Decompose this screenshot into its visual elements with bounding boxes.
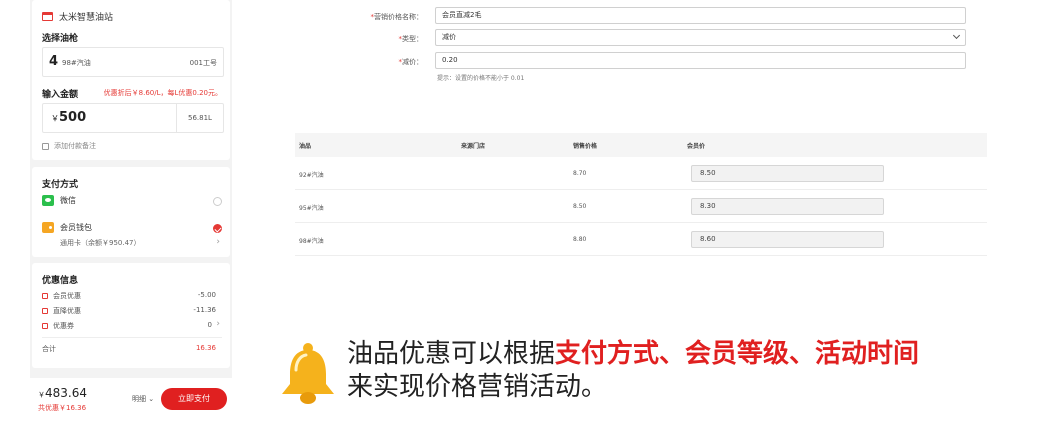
pay-amount: ￥483.64 [38,386,87,400]
row-fuel: 95#汽油 [299,205,324,212]
liters-readout: 56.81L [176,104,223,132]
store-icon [42,12,53,21]
edit-icon [42,142,49,150]
wallet-radio[interactable] [213,224,222,233]
pay-option-wechat[interactable]: 微信 [42,195,76,206]
row-fuel: 98#汽油 [299,238,324,245]
price-name-input[interactable]: 会员直减2毛 [435,7,966,24]
direct-discount-icon [42,308,48,314]
pay-option-label: 会员钱包 [60,223,92,232]
chevron-down-icon [952,31,961,40]
col-store: 来源门店 [461,143,486,150]
reduce-label: *减价： [398,58,424,66]
remark-label: 添加付款备注 [54,142,96,150]
name-label: *营销价格名称： [370,13,424,21]
gun-selector[interactable]: 4 98#汽油 001工号 [42,47,224,77]
row-price: 8.50 [573,203,587,210]
chevron-right-icon[interactable]: › [216,319,220,329]
reduce-input[interactable]: 0.20 [435,52,966,69]
table-row: 98#汽油 8.80 8.60 [295,223,987,256]
fuel-order-card: 太米智慧油站 选择油枪 4 98#汽油 001工号 输入金额 优惠折后￥8.60… [32,0,230,160]
type-select[interactable]: 减价 [435,29,966,46]
gun-fuel-type: 98#汽油 [62,59,91,67]
type-label: *类型： [398,35,424,43]
table-row: 92#汽油 8.70 8.50 [295,157,987,190]
pay-option-wallet[interactable]: 会员钱包 [42,222,92,233]
station-header: 太米智慧油站 [42,10,113,23]
banner-prefix: 油品优惠可以根据 [347,339,556,369]
member-price-input[interactable]: 8.30 [691,198,884,215]
add-remark-link[interactable]: 添加付款备注 [42,141,96,151]
total-saved: 共优惠￥16.36 [38,404,87,412]
col-price: 销售价格 [573,143,598,150]
bell-icon [282,343,334,404]
promo-banner-text: 油品优惠可以根据支付方式、会员等级、活动时间 来实现价格营销活动。 [347,338,919,404]
banner-line2: 来实现价格营销活动。 [347,372,608,402]
amount-input[interactable]: ￥500 56.81L [42,103,224,133]
divider [42,337,222,338]
checkout-bar: ￥483.64 共优惠￥16.36 明细 ⌄ 立即支付 [30,378,232,427]
wallet-icon [42,222,54,233]
payment-method-title: 支付方式 [42,180,79,190]
amount-value: ￥500 [51,110,87,125]
type-select-value: 减价 [442,33,456,41]
gun-number: 4 [49,54,59,69]
banner-highlight: 支付方式、会员等级、活动时间 [555,339,920,369]
gun-id: 001工号 [189,59,217,67]
station-name: 太米智慧油站 [59,13,114,23]
detail-toggle[interactable]: 明细 ⌄ [132,394,154,404]
row-fuel: 92#汽油 [299,172,324,179]
coupon-icon [42,323,48,329]
payment-method-card: 支付方式 微信 会员钱包 通用卡（余额￥950.47） › [32,167,230,257]
amount-title: 输入金额 [42,90,79,100]
wechat-radio[interactable] [213,197,222,206]
chevron-right-icon[interactable]: › [216,237,220,247]
total-row: 合计 16.36 [42,344,216,353]
discount-card: 优惠信息 会员优惠 -5.00 直降优惠 -11.36 优惠券 0 › 合计 1… [32,263,230,368]
row-price: 8.80 [573,236,587,243]
member-price-input[interactable]: 8.50 [691,165,884,182]
row-price: 8.70 [573,170,587,177]
mobile-payment-panel: 太米智慧油站 选择油枪 4 98#汽油 001工号 输入金额 优惠折后￥8.60… [30,0,232,427]
discount-title: 优惠信息 [42,276,79,286]
reduce-hint: 提示：设置的价格不能小于 0.01 [437,75,525,82]
pay-now-button[interactable]: 立即支付 [161,388,227,410]
table-row: 95#汽油 8.50 8.30 [295,190,987,223]
wechat-icon [42,195,54,206]
promo-note: 优惠折后￥8.60/L，每L优惠0.20元。 [103,89,222,97]
member-discount-icon [42,293,48,299]
coupon-row[interactable]: 优惠券 0 [42,321,222,331]
pay-option-label: 微信 [60,196,76,205]
discount-row: 直降优惠 -11.36 [42,306,222,316]
col-member-price: 会员价 [687,143,706,150]
select-gun-title: 选择油枪 [42,34,79,44]
discount-row: 会员优惠 -5.00 [42,291,222,301]
table-header: 油品 来源门店 销售价格 会员价 [295,133,987,157]
wallet-card-note: 通用卡（余额￥950.47） [60,239,141,247]
col-fuel: 油品 [299,143,312,150]
member-price-input[interactable]: 8.60 [691,231,884,248]
